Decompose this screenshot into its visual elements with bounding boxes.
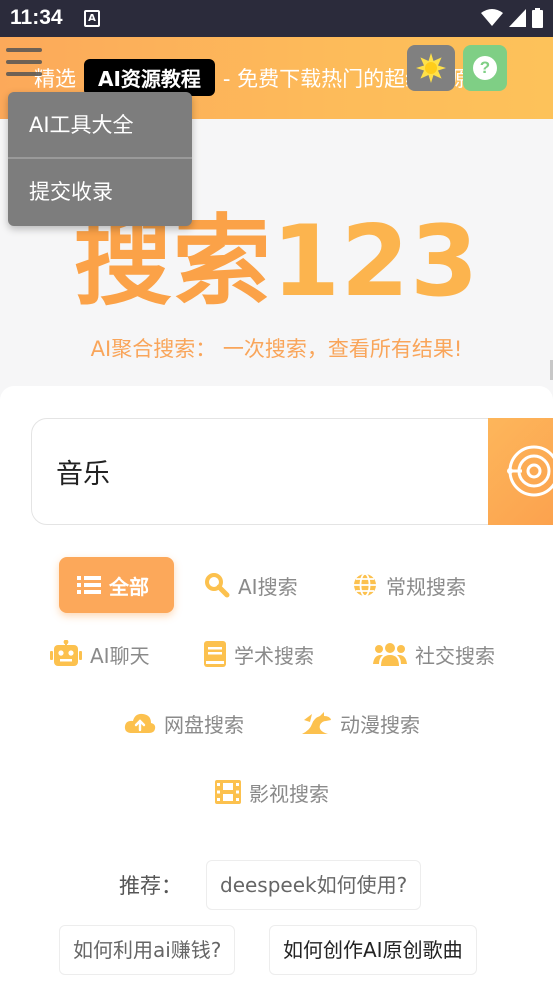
film-icon bbox=[215, 780, 241, 804]
book-icon bbox=[204, 641, 226, 667]
sun-icon bbox=[416, 53, 446, 83]
robot-icon bbox=[50, 640, 82, 668]
search-logo-icon bbox=[507, 445, 553, 497]
users-icon bbox=[373, 642, 407, 666]
tab-ai-search[interactable]: AI搜索 bbox=[204, 557, 298, 613]
tab-cloud-search[interactable]: 网盘搜索 bbox=[124, 695, 244, 751]
clock: 11:34 bbox=[10, 6, 63, 29]
search-button[interactable] bbox=[488, 418, 553, 525]
recommend-chip[interactable]: 如何利用ai赚钱? bbox=[59, 925, 236, 975]
recommend-chip[interactable]: 如何创作AI原创歌曲 bbox=[269, 925, 477, 975]
battery-icon bbox=[532, 8, 543, 28]
tab-social-search[interactable]: 社交搜索 bbox=[373, 626, 495, 682]
search-input[interactable] bbox=[56, 449, 476, 493]
theme-toggle-button[interactable] bbox=[407, 45, 455, 91]
signal-icon bbox=[509, 9, 526, 27]
dragon-icon bbox=[300, 710, 332, 736]
status-icons bbox=[481, 8, 543, 28]
search-icon bbox=[204, 572, 230, 598]
status-bar: 11:34 A bbox=[0, 0, 553, 37]
list-icon bbox=[77, 575, 101, 595]
tab-all[interactable]: 全部 bbox=[59, 557, 174, 613]
tab-ai-chat[interactable]: AI聊天 bbox=[50, 626, 150, 682]
tab-video-search[interactable]: 影视搜索 bbox=[215, 764, 329, 820]
globe-icon bbox=[352, 572, 378, 598]
tab-anime-search[interactable]: 动漫搜索 bbox=[300, 695, 420, 751]
dropdown-menu: AI工具大全 提交收录 bbox=[8, 92, 192, 226]
tab-academic-search[interactable]: 学术搜索 bbox=[204, 626, 314, 682]
banner-tag[interactable]: AI资源教程 bbox=[84, 59, 215, 96]
cloud-upload-icon bbox=[124, 711, 156, 735]
wifi-icon bbox=[481, 9, 503, 26]
recommend-chip[interactable]: deespeek如何使用? bbox=[206, 860, 422, 910]
search-box bbox=[31, 418, 553, 525]
page-subtitle: AI聚合搜索： 一次搜索，查看所有结果! bbox=[90, 337, 463, 361]
help-button[interactable]: ? bbox=[463, 45, 507, 91]
recommend-label: 推荐： bbox=[119, 874, 182, 898]
tab-general-search[interactable]: 常规搜索 bbox=[352, 557, 466, 613]
menu-item-submit[interactable]: 提交收录 bbox=[8, 159, 192, 225]
notification-icon: A bbox=[84, 10, 100, 27]
menu-item-ai-tools[interactable]: AI工具大全 bbox=[8, 92, 192, 158]
hamburger-icon[interactable] bbox=[6, 48, 42, 78]
question-icon: ? bbox=[473, 56, 497, 80]
